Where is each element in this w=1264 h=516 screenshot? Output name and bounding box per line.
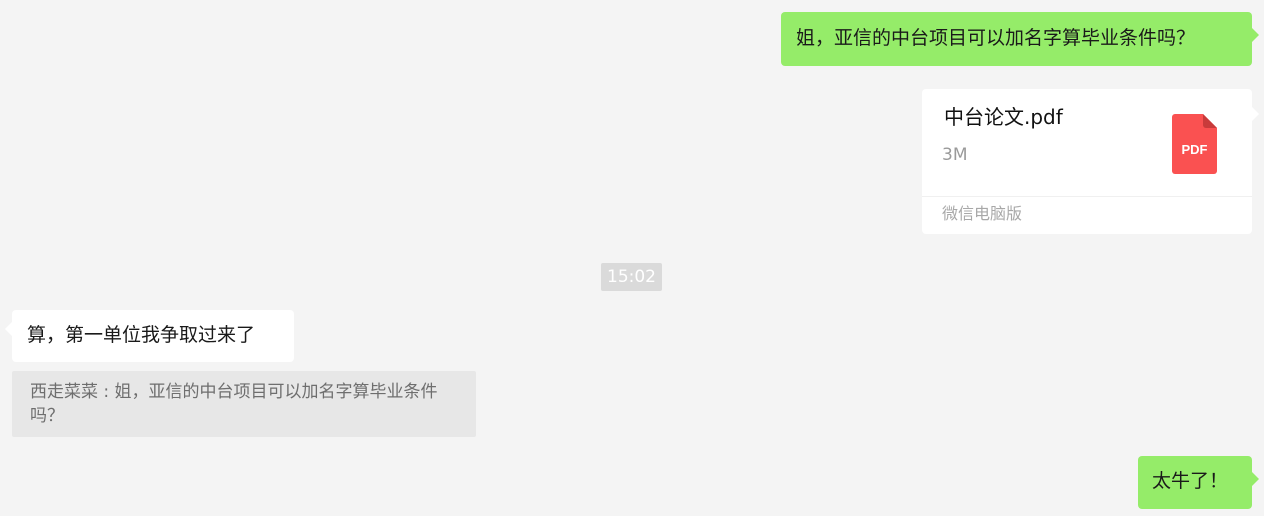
- quote-sender: 西走菜菜: [30, 382, 98, 402]
- message-text: 算，第一单位我争取过来了: [27, 324, 256, 346]
- file-size: 3M: [942, 145, 968, 165]
- file-name: 中台论文.pdf: [944, 105, 1063, 129]
- file-card-divider: [922, 196, 1252, 197]
- outgoing-message-bubble[interactable]: 太牛了！: [1138, 456, 1259, 509]
- pdf-icon-label: PDF: [1181, 142, 1208, 157]
- file-source-label: 微信电脑版: [942, 204, 1023, 223]
- pdf-file-icon: PDF: [1172, 114, 1217, 174]
- incoming-message-bubble[interactable]: 算，第一单位我争取过来了: [5, 310, 294, 362]
- quote-separator: :: [98, 382, 115, 402]
- message-timestamp: 15:02: [601, 263, 662, 291]
- file-message-card[interactable]: 中台论文.pdf 3M PDF 微信电脑版: [922, 89, 1259, 234]
- message-text: 太牛了！: [1152, 470, 1229, 492]
- quoted-message[interactable]: 西走菜菜 : 姐，亚信的中台项目可以加名字算毕业条件吗？: [12, 371, 476, 437]
- outgoing-message-bubble[interactable]: 姐，亚信的中台项目可以加名字算毕业条件吗？: [781, 12, 1259, 66]
- message-text: 姐，亚信的中台项目可以加名字算毕业条件吗？: [796, 27, 1196, 49]
